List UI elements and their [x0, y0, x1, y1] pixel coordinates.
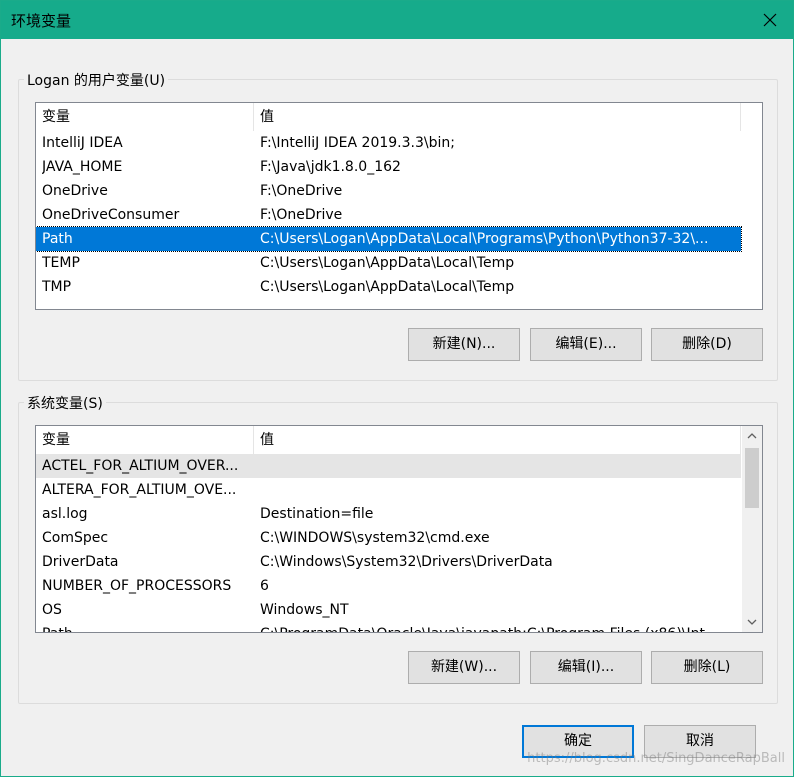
scroll-down-arrow[interactable] [742, 612, 762, 632]
system-vars-header: 变量 值 [36, 426, 762, 454]
user-vars-group: Logan 的用户变量(U) 变量 值 IntelliJ IDEA F:\Inte… [18, 70, 778, 381]
variable-value-cell: F:\OneDrive [260, 207, 343, 223]
variable-value-cell: C:\Users\Logan\AppData\Local\Temp [260, 279, 515, 295]
title-bar[interactable]: 环境变量 [1, 1, 793, 39]
table-row[interactable]: ACTEL_FOR_ALTIUM_OVER... [36, 454, 741, 478]
column-header-variable[interactable]: 变量 [36, 103, 254, 131]
close-icon [763, 13, 777, 27]
system-vars-list[interactable]: 变量 值 ACTEL_FOR_ALTIUM_OVER... ALTERA_FOR_… [35, 425, 763, 633]
table-row[interactable]: IntelliJ IDEA F:\IntelliJ IDEA 2019.3.3\b… [36, 131, 741, 155]
variable-name-cell: TEMP [42, 255, 80, 271]
table-row[interactable]: Path C:\ProgramData\Oracle\Java\javapath;… [36, 622, 741, 632]
variable-name-cell: DriverData [42, 554, 119, 570]
variable-value-cell: F:\OneDrive [260, 183, 343, 199]
variable-name-cell: OneDrive [42, 183, 108, 199]
variable-name-cell: OneDriveConsumer [42, 207, 180, 223]
close-button[interactable] [747, 1, 793, 39]
table-row[interactable]: OneDriveConsumer F:\OneDrive [36, 203, 741, 227]
user-new-button[interactable]: 新建(N)... [408, 328, 520, 361]
table-row[interactable]: ALTERA_FOR_ALTIUM_OVE... [36, 478, 741, 502]
system-delete-button[interactable]: 删除(L) [651, 651, 763, 684]
watermark: https://blog.csdn.net/SingDanceRapBall [527, 751, 785, 766]
variable-name-cell: IntelliJ IDEA [42, 135, 123, 151]
user-edit-button[interactable]: 编辑(E)... [530, 328, 642, 361]
scroll-up-arrow[interactable] [742, 426, 762, 446]
user-delete-button[interactable]: 删除(D) [651, 328, 763, 361]
variable-value-cell: C:\Users\Logan\AppData\Local\Temp [260, 255, 515, 271]
variable-name-cell: ComSpec [42, 530, 109, 546]
column-header-variable[interactable]: 变量 [36, 426, 254, 454]
table-row[interactable]: ComSpec C:\WINDOWS\system32\cmd.exe [36, 526, 741, 550]
system-new-button[interactable]: 新建(W)... [408, 651, 520, 684]
user-vars-header: 变量 值 [36, 103, 762, 131]
table-row[interactable]: OS Windows_NT [36, 598, 741, 622]
variable-name-cell: ACTEL_FOR_ALTIUM_OVER... [42, 458, 239, 474]
system-vars-scrollbar[interactable] [742, 426, 762, 632]
table-row[interactable]: TEMP C:\Users\Logan\AppData\Local\Temp [36, 251, 741, 275]
variable-name-cell: Path [42, 231, 73, 247]
table-row[interactable]: DriverData C:\Windows\System32\Drivers\Dr… [36, 550, 741, 574]
variable-name-cell: TMP [42, 279, 72, 295]
variable-value-cell: F:\IntelliJ IDEA 2019.3.3\bin; [260, 135, 455, 151]
variable-value-cell: C:\Users\Logan\AppData\Local\Programs\Py… [260, 231, 709, 247]
variable-name-cell: NUMBER_OF_PROCESSORS [42, 578, 232, 594]
column-header-value[interactable]: 值 [254, 103, 741, 131]
system-edit-button[interactable]: 编辑(I)... [530, 651, 642, 684]
table-row[interactable]: asl.log Destination=file [36, 502, 741, 526]
variable-value-cell: C:\ProgramData\Oracle\Java\javapath;C:\P… [260, 622, 738, 632]
variable-name-cell: OS [42, 602, 62, 618]
table-row[interactable]: JAVA_HOME F:\Java\jdk1.8.0_162 [36, 155, 741, 179]
system-vars-label: 系统变量(S) [24, 393, 106, 413]
variable-value-cell: Destination=file [260, 506, 374, 522]
variable-name-cell: JAVA_HOME [42, 159, 123, 175]
variable-value-cell: F:\Java\jdk1.8.0_162 [260, 159, 401, 175]
variable-value-cell: C:\Windows\System32\Drivers\DriverData [260, 554, 553, 570]
variable-name-cell: ALTERA_FOR_ALTIUM_OVE... [42, 482, 237, 498]
scroll-thumb[interactable] [745, 448, 759, 508]
chevron-down-icon [747, 619, 757, 625]
variable-value-cell: C:\WINDOWS\system32\cmd.exe [260, 530, 490, 546]
table-row[interactable]: OneDrive F:\OneDrive [36, 179, 741, 203]
user-vars-list[interactable]: 变量 值 IntelliJ IDEA F:\IntelliJ IDEA 2019.… [35, 102, 763, 310]
variable-value-cell: Windows_NT [260, 602, 349, 618]
table-row[interactable]: TMP C:\Users\Logan\AppData\Local\Temp [36, 275, 741, 299]
column-header-value[interactable]: 值 [254, 426, 741, 454]
env-vars-dialog: 环境变量 Logan 的用户变量(U) 变量 值 IntelliJ IDEA F:… [0, 0, 794, 777]
user-vars-label: Logan 的用户变量(U) [24, 70, 169, 90]
table-row[interactable]: NUMBER_OF_PROCESSORS 6 [36, 574, 741, 598]
window-title: 环境变量 [11, 12, 72, 30]
table-row[interactable]: Path C:\Users\Logan\AppData\Local\Program… [36, 226, 742, 252]
system-vars-group: 系统变量(S) 变量 值 ACTEL_FOR_ALTIUM_OVER... ALT… [18, 393, 778, 704]
variable-value-cell: 6 [260, 578, 269, 594]
chevron-up-icon [747, 433, 757, 439]
variable-name-cell: asl.log [42, 506, 88, 522]
variable-name-cell: Path [42, 622, 252, 632]
